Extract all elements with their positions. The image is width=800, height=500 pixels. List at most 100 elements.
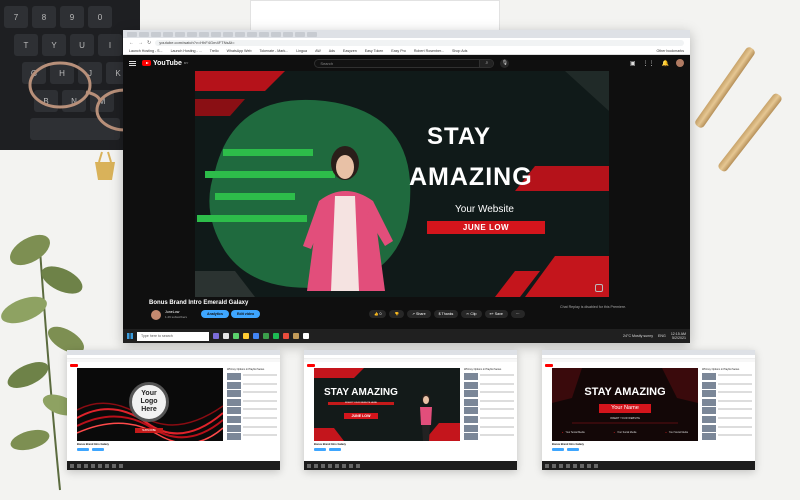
save-button[interactable]: ≡+ Save: [484, 310, 508, 318]
list-item[interactable]: [464, 407, 514, 415]
back-icon[interactable]: ←: [129, 40, 134, 46]
playlist-title: Whimsy Options in Playlist Series: [227, 368, 265, 371]
list-item[interactable]: [227, 415, 277, 423]
preview-headline: STAY AMAZING: [324, 387, 398, 398]
bookmark-item[interactable]: Shop Ads: [452, 49, 467, 53]
chrome-icon[interactable]: [253, 333, 259, 339]
bookmark-item[interactable]: Trello: [210, 49, 219, 53]
list-item[interactable]: [227, 424, 277, 432]
bookmark-item[interactable]: Easy Token: [365, 49, 384, 53]
save-label: Save: [494, 312, 503, 316]
bookmark-item[interactable]: Tokenate - Mark...: [260, 49, 289, 53]
list-item[interactable]: [464, 390, 514, 398]
more-options-icon[interactable]: ⋯: [510, 310, 525, 318]
analytics-button[interactable]: Analytics: [201, 310, 229, 318]
analytics-button[interactable]: [314, 448, 326, 451]
thanks-button[interactable]: $ Thanks: [433, 310, 459, 318]
video-player[interactable]: STAY AMAZING Your Website JUNE LOW: [195, 71, 609, 297]
list-item[interactable]: [702, 407, 752, 415]
taskview-icon[interactable]: [213, 333, 219, 339]
preview-player[interactable]: Your Logo Here SUBSCRIBE: [77, 368, 223, 441]
notifications-icon[interactable]: 🔔: [662, 60, 669, 67]
url-field[interactable]: youtube.com/watch?v=HhF4Gm4FTNs&t=: [155, 39, 684, 46]
share-label: Share: [415, 312, 426, 316]
bookmark-item[interactable]: AW: [315, 49, 321, 53]
apps-icon[interactable]: ⋮⋮: [643, 60, 655, 67]
bookmark-item[interactable]: Launch Hosting - S...: [129, 49, 163, 53]
edit-video-button[interactable]: [567, 448, 579, 451]
spotify-icon[interactable]: [273, 333, 279, 339]
list-item[interactable]: [464, 398, 514, 406]
bookmark-item[interactable]: Robert Rosenber...: [414, 49, 444, 53]
list-item[interactable]: [702, 390, 752, 398]
main-browser-window: ← → ↻ youtube.com/watch?v=HhF4Gm4FTNs&t=…: [123, 30, 690, 343]
list-item[interactable]: [702, 415, 752, 423]
microphone-icon[interactable]: 🎙: [500, 58, 510, 68]
clip-label: Clip: [470, 312, 477, 316]
app-icon[interactable]: [293, 333, 299, 339]
list-item[interactable]: [227, 373, 277, 380]
list-item[interactable]: [227, 390, 277, 398]
list-item[interactable]: [702, 373, 752, 380]
edit-video-button[interactable]: Edit video: [231, 310, 261, 318]
dislike-button[interactable]: 👎: [389, 310, 404, 318]
windows-start-icon[interactable]: [127, 333, 133, 339]
edit-video-button[interactable]: [329, 448, 341, 451]
preview-player[interactable]: STAY AMAZING INSERT YOUR WEBSITE HERE JU…: [314, 368, 460, 441]
list-item[interactable]: [464, 381, 514, 389]
list-item[interactable]: [702, 433, 752, 441]
bookmark-item[interactable]: Lingua: [296, 49, 307, 53]
like-count: 0: [379, 312, 382, 316]
preview-player[interactable]: STAY AMAZING Your Name INSERT YOUR WEBSI…: [552, 368, 698, 441]
app-icon[interactable]: [223, 333, 229, 339]
clock-date: 5/2/2021: [672, 336, 686, 340]
other-bookmarks[interactable]: Other bookmarks: [656, 49, 684, 53]
app-icon[interactable]: [263, 333, 269, 339]
youtube-logo[interactable]: YouTube MY: [142, 60, 188, 67]
account-avatar[interactable]: [676, 59, 684, 67]
folder-icon[interactable]: [243, 333, 249, 339]
clip-button[interactable]: ✂ Clip: [461, 310, 482, 318]
channel-name[interactable]: JuneLow: [165, 310, 179, 314]
list-item[interactable]: [702, 398, 752, 406]
weather-widget[interactable]: 24°C Mostly sunny: [623, 334, 653, 338]
search-input[interactable]: Search ⌕: [314, 58, 495, 68]
search-icon[interactable]: ⌕: [479, 59, 494, 67]
list-item[interactable]: [464, 433, 514, 441]
hamburger-menu-icon[interactable]: [129, 60, 136, 66]
list-item[interactable]: [227, 433, 277, 441]
list-item[interactable]: [227, 407, 277, 415]
app-icon[interactable]: [283, 333, 289, 339]
app-icon[interactable]: [233, 333, 239, 339]
list-item[interactable]: [464, 373, 514, 380]
bookmark-item[interactable]: WhatsApp Web: [227, 49, 252, 53]
list-item[interactable]: [702, 381, 752, 389]
analytics-button[interactable]: [77, 448, 89, 451]
up-next-sidebar: Whimsy Options in Playlist Series: [227, 368, 277, 442]
analytics-button[interactable]: [552, 448, 564, 451]
list-item[interactable]: [702, 424, 752, 432]
list-item[interactable]: [227, 398, 277, 406]
list-item[interactable]: [227, 381, 277, 389]
social-item: Your Social Media: [614, 431, 636, 434]
like-button[interactable]: 👍 0: [369, 310, 387, 318]
bookmark-item[interactable]: Launch Hosting - ...: [171, 49, 202, 53]
forward-icon[interactable]: →: [138, 40, 143, 46]
chat-replay-note: Chat Replay is disabled for this Premier…: [560, 305, 627, 309]
list-item[interactable]: [464, 424, 514, 432]
fullscreen-icon[interactable]: [595, 284, 603, 292]
language-indicator[interactable]: ENG: [658, 334, 666, 338]
bookmark-item[interactable]: Easy Pro: [391, 49, 406, 53]
bookmark-item[interactable]: Easyzen: [343, 49, 357, 53]
channel-avatar[interactable]: [151, 310, 161, 320]
taskbar-search-input[interactable]: Type here to search: [137, 331, 209, 341]
edit-video-button[interactable]: [92, 448, 104, 451]
list-item[interactable]: [464, 415, 514, 423]
app-icon[interactable]: [303, 333, 309, 339]
clock[interactable]: 12:15 AM 5/2/2021: [671, 332, 686, 340]
share-button[interactable]: ↗ Share: [406, 310, 431, 318]
reload-icon[interactable]: ↻: [147, 40, 151, 46]
bookmark-item[interactable]: Ads: [329, 49, 335, 53]
preview-video-title: Bonus Brand Intro Galaxy: [314, 443, 346, 446]
create-video-icon[interactable]: ▣: [630, 60, 636, 67]
